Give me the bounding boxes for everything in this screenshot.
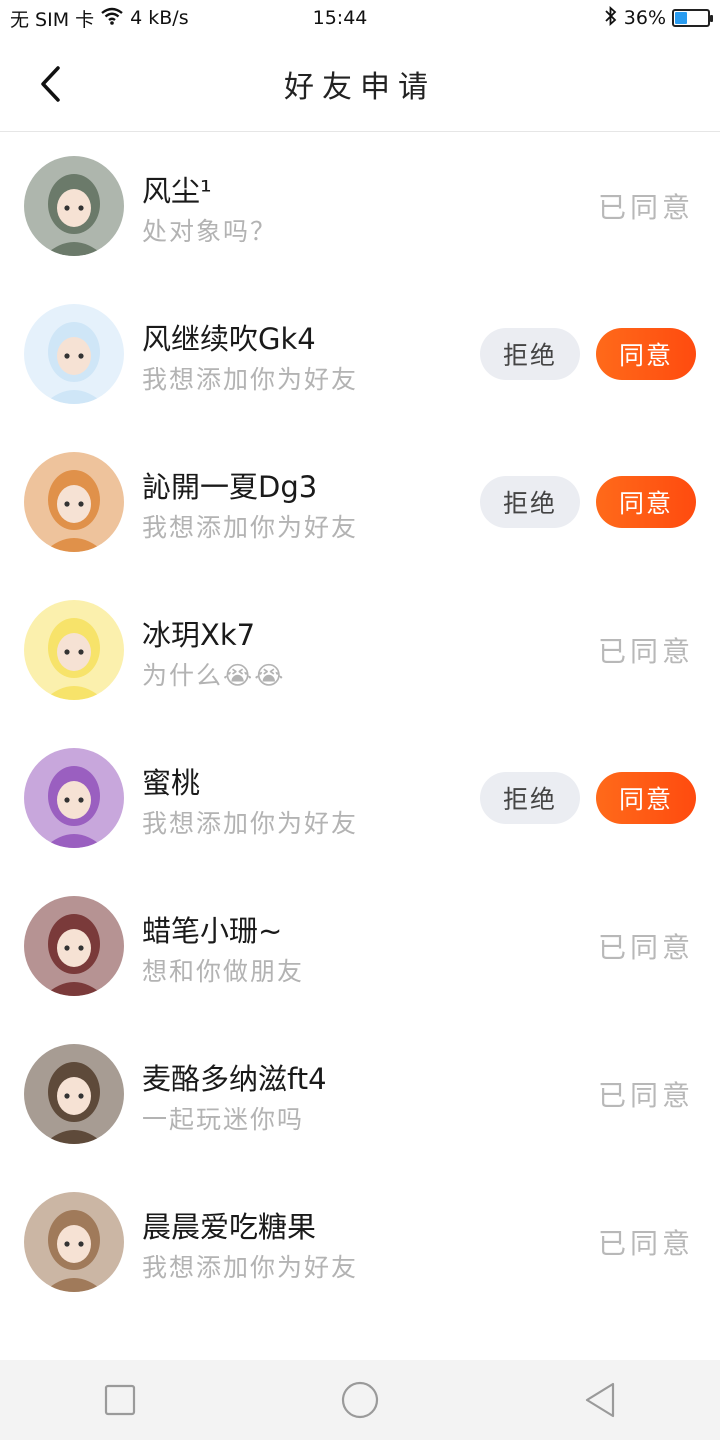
battery-level [675,12,687,24]
request-row[interactable]: 蜜桃我想添加你为好友 拒绝 同意 [0,724,720,872]
wifi-icon [100,7,124,30]
agreed-status: 已同意 [597,1079,694,1112]
request-row[interactable]: 晨晨爱吃糖果我想添加你为好友 已同意 [0,1168,720,1316]
avatar[interactable] [24,452,124,552]
request-message: 处对象吗？ [142,217,278,246]
back-button[interactable] [30,64,70,104]
bluetooth-icon [604,5,618,31]
request-message: 我想添加你为好友 [142,809,359,838]
user-name: 晨晨爱吃糖果 [142,1210,317,1244]
request-message: 一起玩迷你吗 [142,1105,305,1134]
user-name: 蜜桃 [142,766,201,800]
request-row[interactable]: 蜡笔小珊~ 想和你做朋友 已同意 [0,872,720,1020]
clock: 15:44 [312,7,368,29]
battery-percent: 36% [623,7,666,29]
sim-status: 无 SIM 卡 [10,8,95,31]
avatar[interactable] [24,600,124,700]
back-nav-button[interactable] [560,1370,640,1430]
user-name: 风继续吹Gk4 [142,322,316,356]
page-title: 好友申请 [284,69,436,105]
user-name: 风尘¹ [142,174,212,208]
request-message: 我想添加你为好友 [142,1253,359,1282]
square-icon [104,1384,136,1416]
system-nav-bar [0,1360,720,1440]
agreed-status: 已同意 [597,931,694,964]
request-row[interactable]: 风尘¹ 处对象吗？ 已同意 [0,132,720,280]
reject-button[interactable]: 拒绝 [480,476,580,528]
request-message: 为什么😭😭 [142,661,286,690]
agreed-status: 已同意 [597,191,694,224]
circle-icon [341,1381,379,1419]
user-name: 麦酪多纳滋ft4 [142,1062,327,1096]
agreed-status: 已同意 [597,635,694,668]
request-row[interactable]: 风继续吹Gk4 我想添加你为好友 拒绝 同意 [0,280,720,428]
chevron-left-icon [41,66,60,102]
user-name: 訫開一夏Dg3 [142,470,318,504]
reject-button[interactable]: 拒绝 [480,772,580,824]
request-row[interactable]: 訫開一夏Dg3 我想添加你为好友 拒绝 同意 [0,428,720,576]
request-message: 我想添加你为好友 [142,365,359,394]
avatar[interactable] [24,1044,124,1144]
reject-button[interactable]: 拒绝 [480,328,580,380]
request-row[interactable]: 麦酪多纳滋ft4 一起玩迷你吗 已同意 [0,1020,720,1168]
recent-apps-button[interactable] [80,1370,160,1430]
accept-button[interactable]: 同意 [596,772,696,824]
home-button[interactable] [320,1370,400,1430]
accept-button[interactable]: 同意 [596,476,696,528]
avatar[interactable] [24,304,124,404]
network-speed: 4 kB/s [130,7,189,29]
agreed-status: 已同意 [597,1227,694,1260]
avatar[interactable] [24,156,124,256]
header: 好友申请 [0,36,720,132]
battery-icon [672,9,713,27]
request-row[interactable]: 冰玥Xk7 为什么😭😭 已同意 [0,576,720,724]
avatar[interactable] [24,748,124,848]
avatar[interactable] [24,1192,124,1292]
friend-request-list: 风尘¹ 处对象吗？ 已同意 风继续吹Gk4 我想添加你为好友 拒绝 同意 訫開一夏Dg3 我想添… [0,132,720,1360]
triangle-back-icon [585,1382,615,1418]
user-name: 冰玥Xk7 [142,618,256,652]
avatar[interactable] [24,896,124,996]
status-bar: 无 SIM 卡 4 kB/s 15:44 36% [0,0,720,36]
request-message: 想和你做朋友 [142,957,305,986]
request-message: 我想添加你为好友 [142,513,359,542]
user-name: 蜡笔小珊~ [142,914,283,948]
accept-button[interactable]: 同意 [596,328,696,380]
